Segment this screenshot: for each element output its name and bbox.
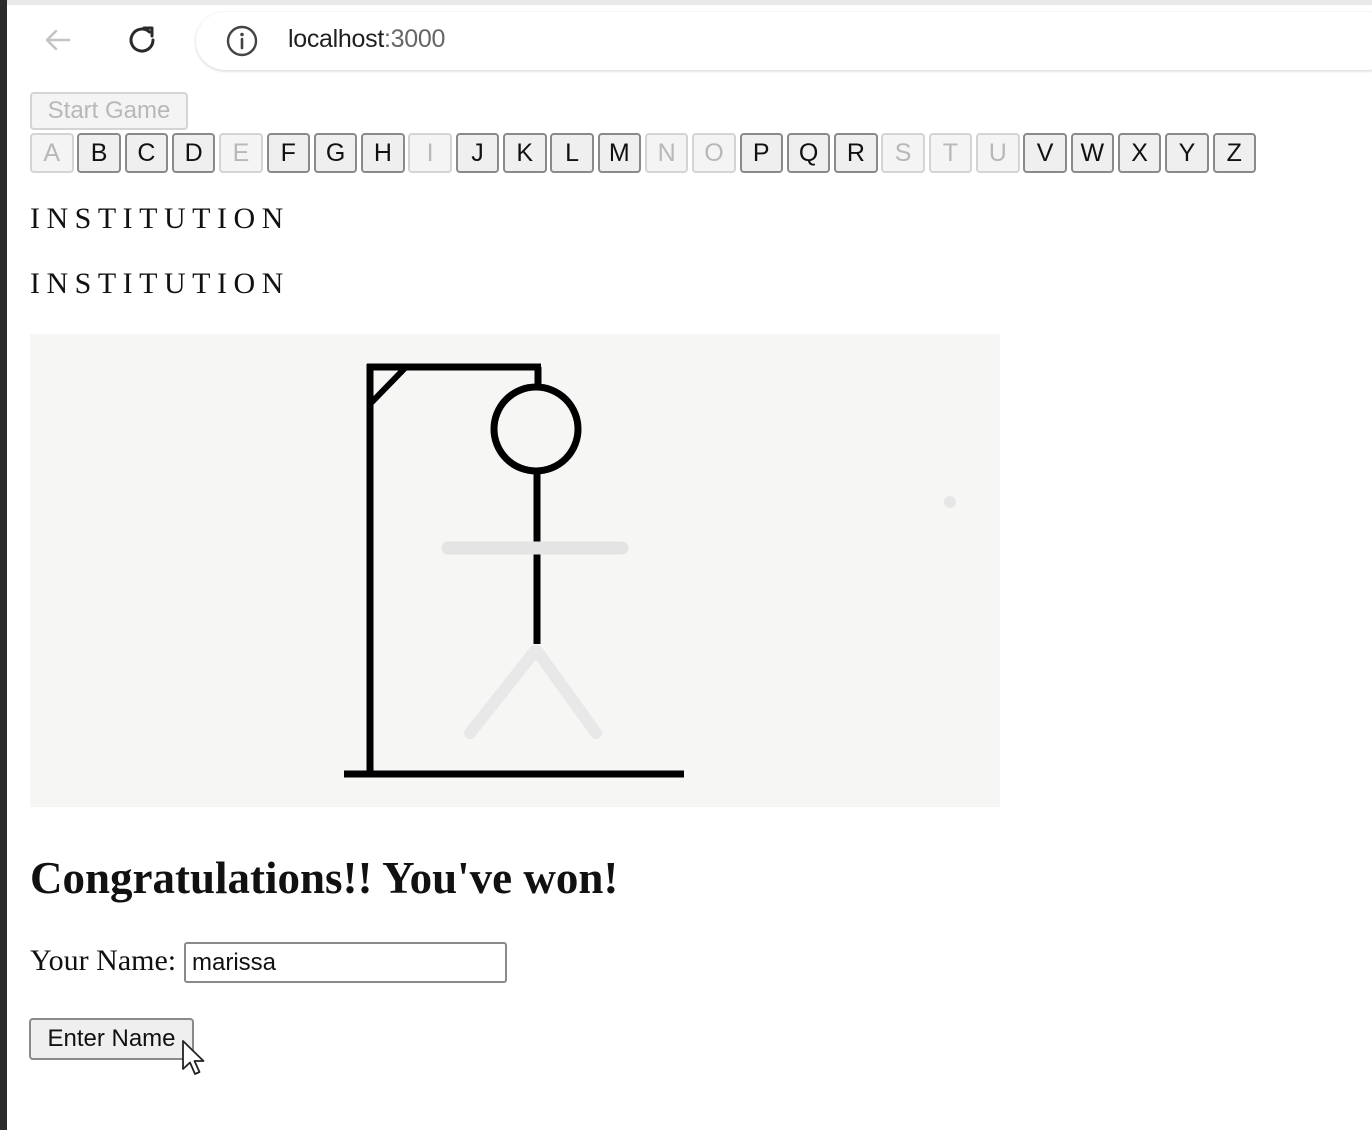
letter-button-e[interactable]: E bbox=[219, 133, 263, 173]
page-content: Start Game ABCDEFGHIJKLMNOPQRSTUVWXYZ IN… bbox=[7, 78, 1372, 1130]
name-label: Your Name: bbox=[30, 944, 177, 977]
letter-button-t[interactable]: T bbox=[928, 133, 973, 173]
letter-button-n[interactable]: N bbox=[644, 133, 689, 173]
hangman-drawing bbox=[344, 363, 956, 778]
canvas-speck bbox=[944, 496, 956, 508]
url-port: :3000 bbox=[383, 25, 446, 53]
back-arrow-icon bbox=[45, 29, 71, 51]
gallows-brace bbox=[367, 364, 409, 407]
letter-button-g[interactable]: G bbox=[313, 133, 358, 173]
letter-button-r[interactable]: R bbox=[834, 133, 878, 173]
back-button[interactable] bbox=[38, 20, 78, 60]
letter-button-w[interactable]: W bbox=[1070, 133, 1115, 173]
hangman-left-leg-faded bbox=[464, 645, 541, 739]
start-game-button[interactable]: Start Game bbox=[30, 92, 188, 130]
letter-button-o[interactable]: O bbox=[692, 133, 736, 173]
enter-name-button[interactable]: Enter Name bbox=[29, 1018, 194, 1060]
reload-icon bbox=[129, 26, 155, 53]
url-text[interactable]: localhost:3000 bbox=[288, 25, 445, 54]
reload-button[interactable] bbox=[122, 20, 162, 60]
hangman-canvas bbox=[30, 334, 1000, 807]
mouse-cursor-icon bbox=[182, 1040, 205, 1075]
letter-button-a[interactable]: A bbox=[30, 133, 74, 173]
letter-button-u[interactable]: U bbox=[976, 133, 1020, 173]
letter-button-b[interactable]: B bbox=[77, 133, 121, 173]
letter-button-h[interactable]: H bbox=[361, 133, 405, 173]
letter-button-y[interactable]: Y bbox=[1165, 133, 1209, 173]
letter-button-j[interactable]: J bbox=[455, 133, 500, 173]
window-left-edge bbox=[0, 0, 7, 1130]
letter-button-s[interactable]: S bbox=[881, 133, 925, 173]
info-icon[interactable] bbox=[226, 25, 258, 57]
name-input[interactable] bbox=[184, 942, 507, 983]
letter-button-q[interactable]: Q bbox=[786, 133, 831, 173]
hangman-head bbox=[490, 383, 582, 475]
letter-button-f[interactable]: F bbox=[266, 133, 310, 173]
letter-button-p[interactable]: P bbox=[739, 133, 783, 173]
url-host: localhost bbox=[288, 25, 384, 53]
letter-button-i[interactable]: I bbox=[408, 133, 452, 173]
letter-button-v[interactable]: V bbox=[1023, 133, 1067, 173]
hangman-right-leg-faded bbox=[531, 645, 602, 739]
word-display: INSTITUTION bbox=[30, 202, 290, 235]
letter-button-z[interactable]: Z bbox=[1212, 133, 1256, 173]
letter-button-k[interactable]: K bbox=[503, 133, 547, 173]
letter-button-d[interactable]: D bbox=[171, 133, 216, 173]
letter-button-x[interactable]: X bbox=[1117, 133, 1162, 173]
letter-button-m[interactable]: M bbox=[597, 133, 642, 173]
address-bar[interactable]: localhost:3000 bbox=[196, 12, 1372, 70]
letter-button-c[interactable]: C bbox=[124, 133, 169, 173]
letter-button-l[interactable]: L bbox=[550, 133, 594, 173]
word-display-solution: INSTITUTION bbox=[30, 267, 290, 300]
result-message: Congratulations!! You've won! bbox=[30, 853, 619, 903]
tab-strip bbox=[7, 0, 1372, 5]
